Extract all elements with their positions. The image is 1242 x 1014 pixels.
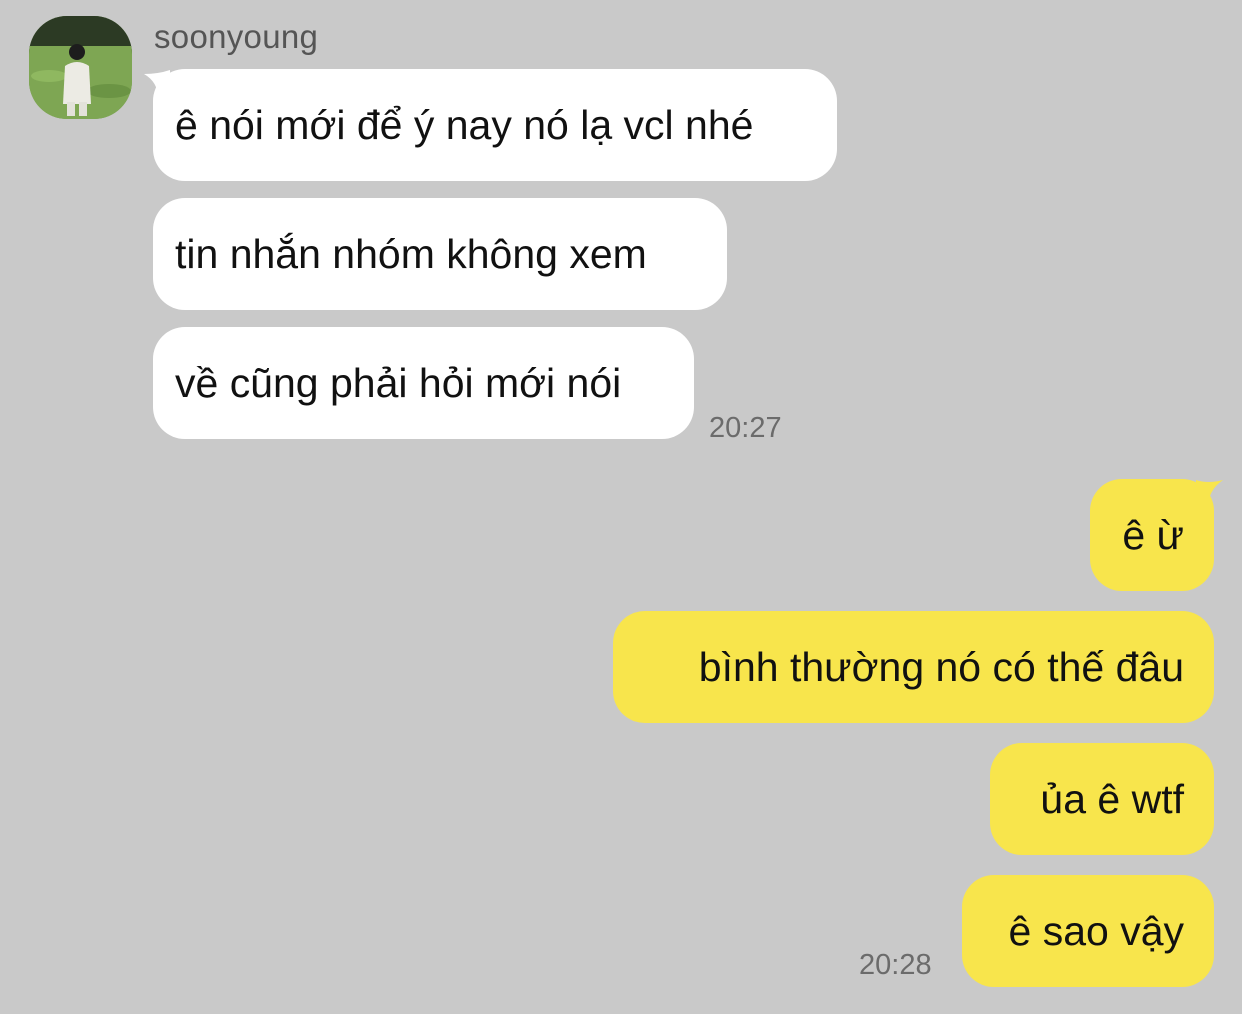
message-timestamp: 20:28 bbox=[859, 949, 932, 981]
message-text: ê sao vậy bbox=[1008, 907, 1185, 954]
outgoing-message-bubble[interactable]: ê sao vậy bbox=[962, 875, 1214, 987]
avatar-photo bbox=[29, 16, 132, 119]
incoming-message-bubble[interactable]: về cũng phải hỏi mới nói bbox=[153, 327, 694, 439]
message-text: về cũng phải hỏi mới nói bbox=[175, 359, 622, 406]
incoming-message-bubble[interactable]: tin nhắn nhóm không xem bbox=[153, 198, 727, 310]
message-text: ê nói mới để ý nay nó lạ vcl nhé bbox=[175, 101, 754, 148]
message-text: ê ừ bbox=[1122, 511, 1184, 558]
outgoing-message-bubble[interactable]: ê ừ bbox=[1090, 479, 1214, 591]
sender-name: soonyoung bbox=[154, 18, 319, 55]
message-text: tin nhắn nhóm không xem bbox=[175, 230, 647, 277]
message-timestamp: 20:27 bbox=[709, 412, 782, 444]
message-text: bình thường nó có thế đâu bbox=[698, 643, 1184, 690]
outgoing-message-bubble[interactable]: ủa ê wtf bbox=[990, 743, 1214, 855]
sender-avatar[interactable] bbox=[29, 16, 132, 119]
incoming-message-bubble[interactable]: ê nói mới để ý nay nó lạ vcl nhé bbox=[153, 69, 837, 181]
message-text: ủa ê wtf bbox=[1040, 775, 1184, 822]
outgoing-message-bubble[interactable]: bình thường nó có thế đâu bbox=[613, 611, 1214, 723]
